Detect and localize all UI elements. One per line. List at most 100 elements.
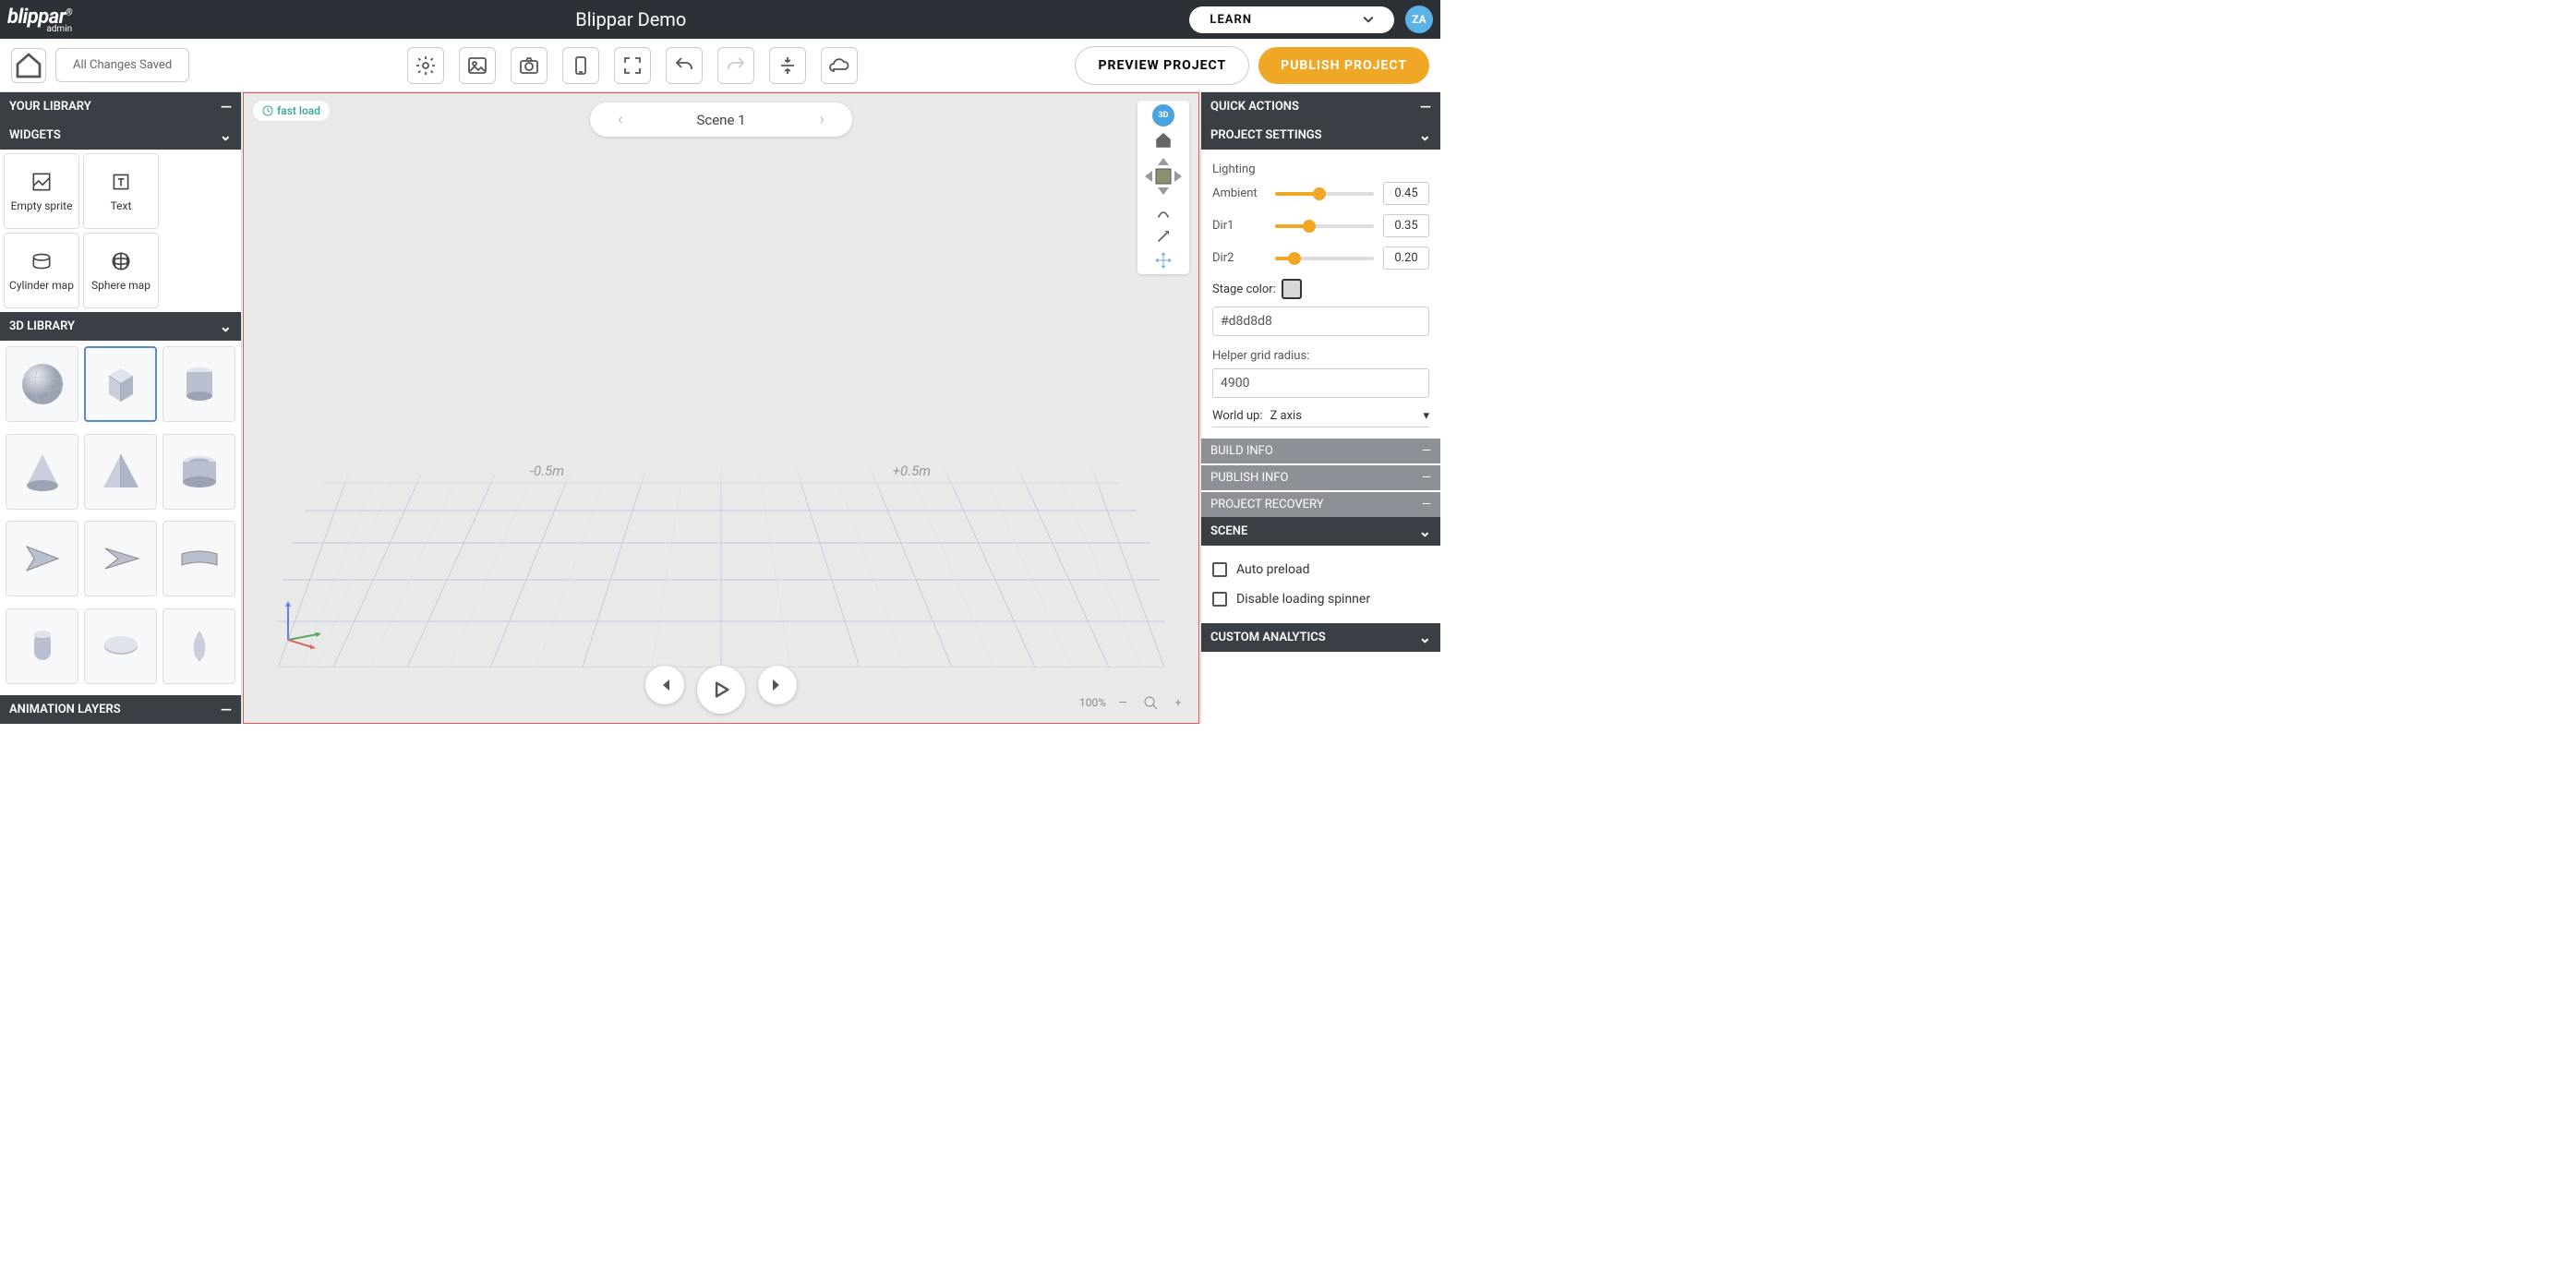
collapse-vertical-button[interactable] <box>769 47 806 84</box>
rotate-tool-icon[interactable] <box>1153 202 1174 223</box>
caret-down-icon: ▾ <box>1423 409 1429 423</box>
project-recovery-header[interactable]: PROJECT RECOVERY— <box>1201 492 1440 517</box>
widgets-header[interactable]: WIDGETS⌄ <box>0 121 241 150</box>
viewport-container: fast load ‹ Scene 1 › 3D <box>242 92 1200 724</box>
gear-icon <box>415 54 437 77</box>
zoom-controls: 100% — + <box>1079 692 1189 714</box>
3d-library-header[interactable]: 3D LIBRARY⌄ <box>0 312 241 341</box>
learn-dropdown[interactable]: LEARN <box>1189 6 1394 33</box>
widget-sphere-map[interactable]: Sphere map <box>83 233 159 308</box>
viewport-tools: 3D <box>1138 101 1189 274</box>
skip-fwd-icon <box>769 677 786 693</box>
playback-controls <box>645 666 797 714</box>
zoom-value: 100% <box>1079 696 1106 709</box>
chevron-down-icon: ⌄ <box>1419 629 1431 646</box>
zoom-out-button[interactable]: — <box>1112 692 1134 714</box>
camera-button[interactable] <box>511 47 548 84</box>
shape-cone[interactable] <box>6 434 78 510</box>
animation-layers-header[interactable]: ANIMATION LAYERS— <box>0 695 241 724</box>
preview-button[interactable]: PREVIEW PROJECT <box>1075 46 1249 85</box>
disable-spinner-label: Disable loading spinner <box>1236 592 1370 607</box>
shape-pyramid[interactable] <box>84 434 157 510</box>
dir1-value[interactable]: 0.35 <box>1383 214 1429 237</box>
cloud-button[interactable] <box>821 47 858 84</box>
dir2-label: Dir2 <box>1212 251 1266 265</box>
undo-button[interactable] <box>666 47 703 84</box>
publish-info-header[interactable]: PUBLISH INFO— <box>1201 465 1440 490</box>
view-cube[interactable] <box>1141 154 1186 198</box>
play-button[interactable] <box>697 666 745 714</box>
home-view-icon[interactable] <box>1153 130 1174 150</box>
stage-color-swatch[interactable] <box>1282 279 1302 299</box>
scene-next-button[interactable]: › <box>820 110 825 129</box>
ambient-slider[interactable] <box>1275 192 1374 196</box>
scene-prev-button[interactable]: ‹ <box>618 110 622 129</box>
widget-text[interactable]: Text <box>83 153 159 229</box>
grid-radius-input[interactable] <box>1212 368 1429 398</box>
widget-empty-sprite[interactable]: Empty sprite <box>4 153 79 229</box>
magnifier-icon <box>1143 695 1158 710</box>
dir2-value[interactable]: 0.20 <box>1383 247 1429 270</box>
shape-ribbon[interactable] <box>163 521 235 596</box>
cloud-icon <box>828 54 850 77</box>
quick-actions-header[interactable]: QUICK ACTIONS— <box>1201 92 1440 121</box>
shape-arrow1[interactable] <box>6 521 78 596</box>
settings-button[interactable] <box>407 47 444 84</box>
viewport[interactable]: fast load ‹ Scene 1 › 3D <box>243 92 1199 724</box>
widget-cylinder-map[interactable]: Cylinder map <box>4 233 79 308</box>
3d-library-grid <box>0 341 241 695</box>
save-status: All Changes Saved <box>55 48 189 82</box>
project-title: Blippar Demo <box>72 8 1189 30</box>
your-library-header[interactable]: YOUR LIBRARY— <box>0 92 241 121</box>
chevron-down-icon: ⌄ <box>1419 523 1431 540</box>
cylinder-map-icon <box>30 249 54 273</box>
text-icon <box>109 170 133 194</box>
home-button[interactable] <box>11 48 46 83</box>
measurement-left: -0.5m <box>530 463 564 479</box>
widget-label: Sphere map <box>91 279 150 292</box>
shape-sphere[interactable] <box>6 346 78 422</box>
user-avatar[interactable]: ZA <box>1405 6 1433 33</box>
dir2-slider[interactable] <box>1275 257 1374 260</box>
minus-icon: — <box>1422 498 1431 511</box>
shape-arrow2[interactable] <box>84 521 157 596</box>
disable-spinner-row[interactable]: Disable loading spinner <box>1212 584 1429 614</box>
shape-cube[interactable] <box>84 346 157 422</box>
world-up-value[interactable]: Z axis <box>1270 409 1424 423</box>
widget-label: Empty sprite <box>11 199 73 212</box>
chevron-down-icon: ⌄ <box>220 318 232 335</box>
custom-analytics-header[interactable]: CUSTOM ANALYTICS⌄ <box>1201 623 1440 652</box>
left-sidebar: YOUR LIBRARY— WIDGETS⌄ Empty sprite Text… <box>0 92 242 724</box>
auto-preload-label: Auto preload <box>1236 562 1309 577</box>
redo-button[interactable] <box>717 47 754 84</box>
build-info-header[interactable]: BUILD INFO— <box>1201 439 1440 463</box>
zoom-reset-button[interactable] <box>1139 692 1162 714</box>
checkbox-icon <box>1212 562 1227 577</box>
skip-back-button[interactable] <box>645 666 684 704</box>
redo-icon <box>725 54 747 77</box>
fullscreen-button[interactable] <box>614 47 651 84</box>
ambient-value[interactable]: 0.45 <box>1383 182 1429 205</box>
chevron-down-icon: ⌄ <box>1419 126 1431 144</box>
dir1-slider[interactable] <box>1275 224 1374 228</box>
toolbar: All Changes Saved PREVIEW PROJECT PUBLIS… <box>0 39 1440 92</box>
3d-badge[interactable]: 3D <box>1152 104 1174 126</box>
zoom-in-button[interactable]: + <box>1167 692 1189 714</box>
image-icon <box>466 54 488 77</box>
device-button[interactable] <box>562 47 599 84</box>
auto-preload-row[interactable]: Auto preload <box>1212 555 1429 584</box>
skip-fwd-button[interactable] <box>758 666 797 704</box>
scene-header[interactable]: SCENE⌄ <box>1201 517 1440 546</box>
shape-disc[interactable] <box>84 608 157 684</box>
shape-tube[interactable] <box>163 434 235 510</box>
publish-button[interactable]: PUBLISH PROJECT <box>1258 47 1429 84</box>
stage-color-input[interactable] <box>1212 307 1429 336</box>
scale-tool-icon[interactable] <box>1153 226 1174 247</box>
shape-cylinder[interactable] <box>163 346 235 422</box>
shape-drop[interactable] <box>163 608 235 684</box>
image-button[interactable] <box>459 47 496 84</box>
undo-icon <box>673 54 695 77</box>
project-settings-header[interactable]: PROJECT SETTINGS⌄ <box>1201 121 1440 150</box>
shape-capsule[interactable] <box>6 608 78 684</box>
move-tool-icon[interactable] <box>1153 250 1174 271</box>
